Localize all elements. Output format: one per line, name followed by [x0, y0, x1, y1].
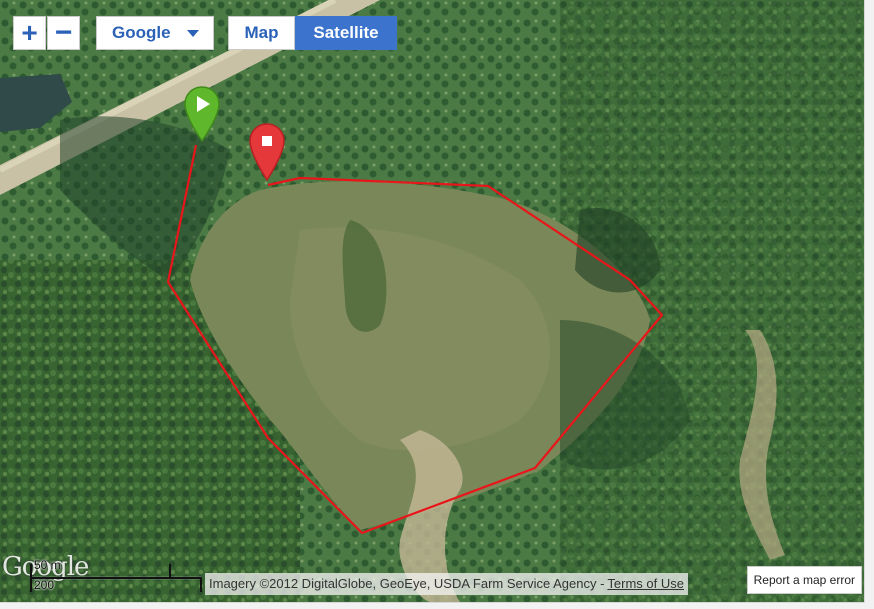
- provider-label: Google: [112, 23, 171, 42]
- attribution-text: Imagery ©2012 DigitalGlobe, GeoEye, USDA…: [209, 576, 605, 591]
- imagery-attribution: Imagery ©2012 DigitalGlobe, GeoEye, USDA…: [205, 573, 688, 595]
- chevron-down-icon: [187, 30, 199, 37]
- map-type-satellite-button[interactable]: Satellite: [295, 16, 397, 50]
- report-map-error-link[interactable]: Report a map error: [746, 566, 862, 594]
- scale-tick-imperial: [200, 577, 202, 592]
- end-marker[interactable]: [248, 122, 286, 182]
- map-viewport[interactable]: + − Google Map Satellite Google 50 m 200…: [0, 0, 865, 603]
- start-marker[interactable]: [183, 85, 221, 143]
- scale-metric-label: 50 m: [34, 558, 61, 572]
- scale-line: [30, 577, 202, 579]
- map-provider-dropdown[interactable]: Google: [96, 16, 214, 50]
- scale-imperial-label: 200: [34, 578, 55, 592]
- map-type-map-button[interactable]: Map: [228, 16, 295, 50]
- scale-bar: 50 m 200: [30, 558, 210, 592]
- zoom-out-button[interactable]: −: [47, 16, 80, 50]
- satellite-imagery[interactable]: [0, 0, 864, 602]
- stop-icon: [262, 136, 272, 146]
- zoom-in-button[interactable]: +: [13, 16, 46, 50]
- scale-tick-metric: [169, 564, 171, 578]
- scale-tick-left: [30, 564, 32, 592]
- terms-of-use-link[interactable]: Terms of Use: [607, 576, 684, 591]
